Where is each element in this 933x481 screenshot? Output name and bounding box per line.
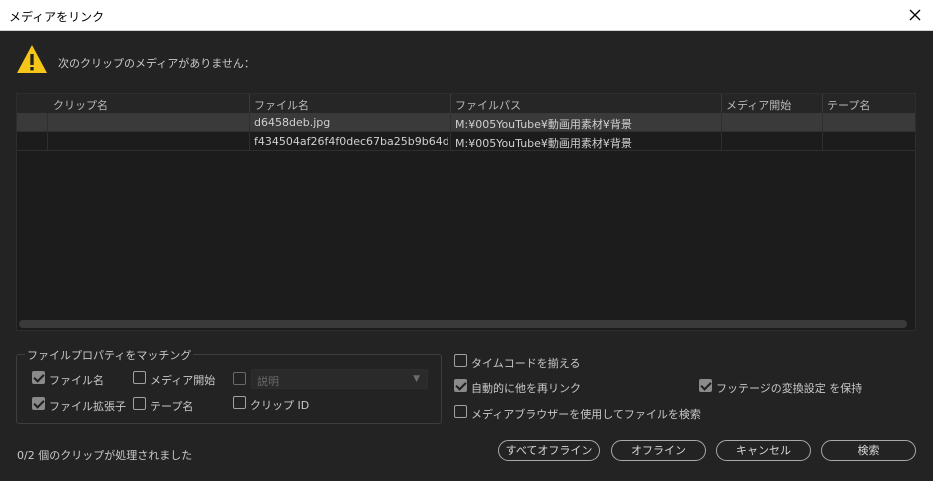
preserve-interpret-checkbox[interactable] [699,379,712,392]
align-timecode-label: タイムコードを揃える [471,357,581,370]
status-text: 0/2 個のクリップが処理されました [17,449,193,462]
column-header-file-path[interactable]: ファイルパス [455,97,521,113]
align-timecode-checkbox[interactable] [454,354,467,367]
missing-media-message: 次のクリップのメディアがありません： [58,57,255,70]
title-bar: メディアをリンク [0,0,933,31]
media-start-label: メディア開始 [150,374,216,387]
cancel-button[interactable]: キャンセル [716,440,811,461]
file-extension-checkbox[interactable] [32,397,45,410]
media-start-checkbox[interactable] [133,371,146,384]
column-header-clip-name[interactable]: クリップ名 [53,97,108,113]
chevron-down-icon: ▼ [413,374,420,384]
description-select[interactable]: 説明 ▼ [251,369,428,389]
tape-name-checkbox[interactable] [133,397,146,410]
warning-icon [17,45,47,73]
use-media-browser-checkbox[interactable] [454,405,467,418]
relink-others-label: 自動的に他を再リンク [471,382,581,395]
cell-file-path: M:¥005YouTube¥動画用素材¥背景 [455,137,632,150]
preserve-interpret-label: フッテージの変換設定 を保持 [716,382,863,395]
close-icon[interactable] [905,5,925,25]
file-name-label: ファイル名 [49,374,104,387]
table-row[interactable]: f434504af26f4f0dec67ba25b9b64d67.jpg M:¥… [17,132,915,151]
match-properties-title: ファイルプロパティをマッチング [25,347,194,363]
offline-button[interactable]: オフライン [611,440,706,461]
column-header-tape-name[interactable]: テープ名 [827,97,870,113]
description-checkbox[interactable] [233,372,246,385]
column-header-file-name[interactable]: ファイル名 [254,97,309,113]
search-button[interactable]: 検索 [821,440,916,461]
file-extension-label: ファイル拡張子 [49,400,126,413]
cell-file-path: M:¥005YouTube¥動画用素材¥背景 [455,118,632,131]
clip-id-checkbox[interactable] [233,396,246,409]
missing-clips-table[interactable]: クリップ名 ファイル名 ファイルパス メディア開始 テープ名 d6458deb.… [16,93,916,331]
description-select-value: 説明 [257,375,279,388]
file-name-checkbox[interactable] [32,371,45,384]
tape-name-label: テープ名 [150,400,194,413]
offline-all-button[interactable]: すべてオフライン [498,440,600,461]
horizontal-scrollbar[interactable] [19,320,907,328]
table-row[interactable]: d6458deb.jpg M:¥005YouTube¥動画用素材¥背景 [17,113,915,132]
clip-id-label: クリップ ID [250,399,310,412]
window-title: メディアをリンク [9,10,105,24]
column-header-media-start[interactable]: メディア開始 [726,97,791,113]
cell-file-name: d6458deb.jpg [254,116,331,129]
table-header: クリップ名 ファイル名 ファイルパス メディア開始 テープ名 [17,94,915,113]
relink-others-checkbox[interactable] [454,379,467,392]
cell-file-name: f434504af26f4f0dec67ba25b9b64d67.jpg [254,135,448,148]
use-media-browser-label: メディアブラウザーを使用してファイルを検索 [471,408,701,421]
